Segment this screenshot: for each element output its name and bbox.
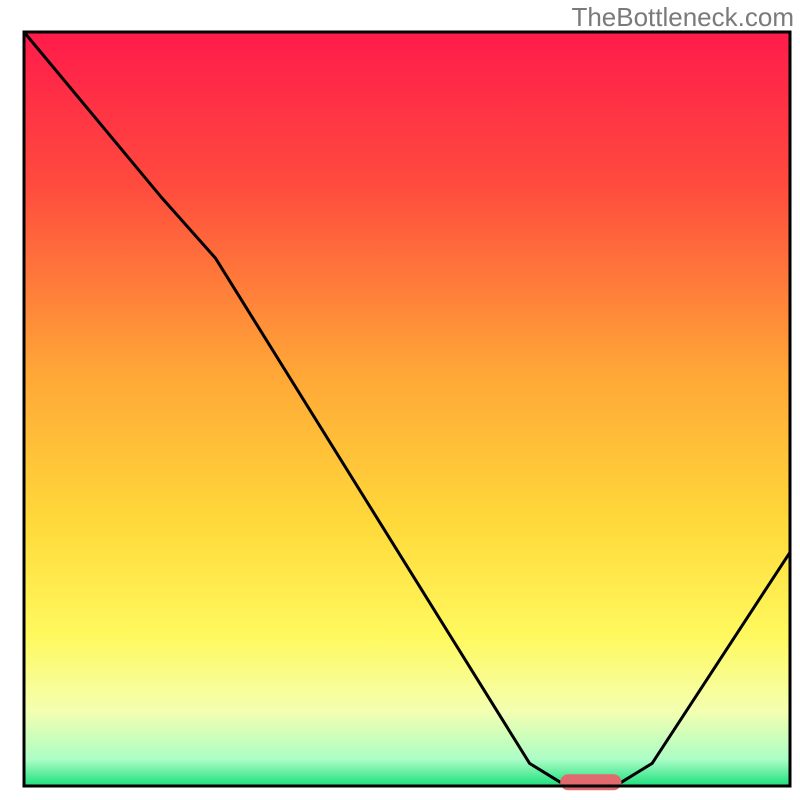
optimum-marker xyxy=(560,774,621,790)
chart-stage: TheBottleneck.com xyxy=(0,0,800,800)
bottleneck-chart xyxy=(0,0,800,800)
plot-background xyxy=(24,32,790,786)
